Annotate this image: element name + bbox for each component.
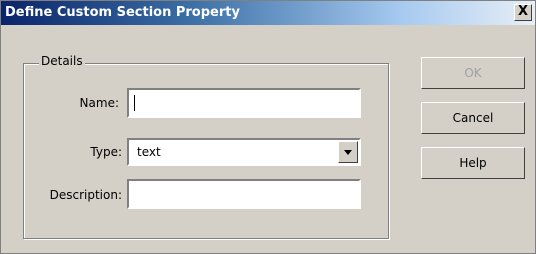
help-button[interactable]: Help bbox=[421, 147, 525, 179]
close-icon: X bbox=[517, 4, 529, 19]
dialog-window: Define Custom Section Property X Details… bbox=[0, 0, 536, 254]
name-label: Name: bbox=[79, 96, 119, 110]
details-group-label: Details bbox=[39, 54, 85, 68]
type-label: Type: bbox=[90, 145, 122, 159]
ok-label: OK bbox=[464, 66, 482, 80]
ok-button[interactable]: OK bbox=[421, 57, 525, 89]
type-select[interactable]: text bbox=[127, 138, 361, 166]
type-value: text bbox=[137, 145, 161, 159]
help-label: Help bbox=[459, 156, 487, 170]
chevron-down-icon[interactable] bbox=[338, 141, 358, 163]
description-label: Description: bbox=[49, 188, 122, 202]
cancel-button[interactable]: Cancel bbox=[421, 102, 525, 134]
description-input[interactable] bbox=[127, 179, 361, 209]
name-input[interactable] bbox=[127, 88, 361, 118]
text-caret bbox=[134, 95, 135, 111]
title-bar[interactable]: Define Custom Section Property X bbox=[1, 1, 535, 25]
close-button[interactable]: X bbox=[514, 4, 532, 21]
dialog-title: Define Custom Section Property bbox=[5, 5, 240, 20]
cancel-label: Cancel bbox=[452, 111, 494, 125]
